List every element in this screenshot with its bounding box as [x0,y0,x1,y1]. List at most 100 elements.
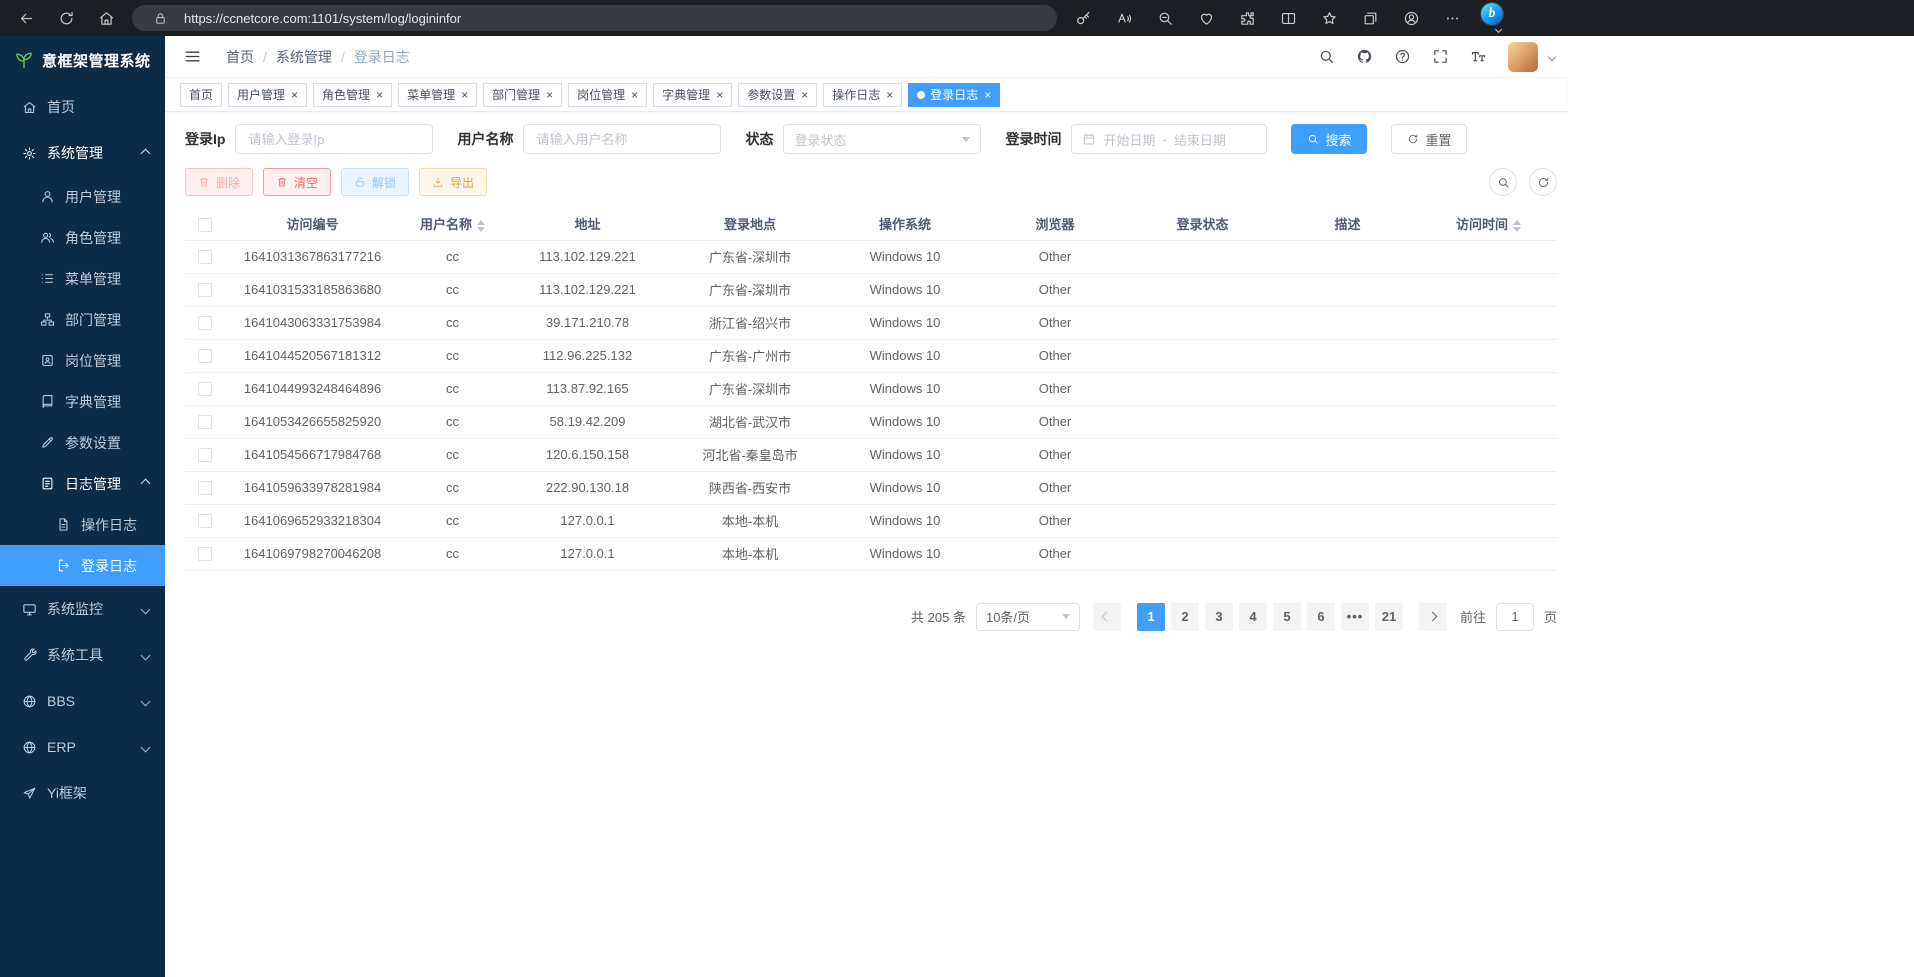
page-button-more[interactable]: ••• [1341,603,1369,631]
tab-close-icon[interactable]: × [801,89,808,101]
sort-icon[interactable] [1513,220,1521,232]
login-ip-input[interactable] [235,124,433,154]
sidebar-item-system-tools[interactable]: 系统工具 [0,632,165,678]
tab-post-mgmt[interactable]: 岗位管理× [568,83,647,107]
chevron-down-icon[interactable] [1548,52,1556,60]
split-screen-icon[interactable] [1272,4,1304,32]
tab-close-icon[interactable]: × [984,89,991,101]
reload-icon[interactable] [50,4,82,32]
status-select[interactable]: 登录状态 [783,124,981,154]
back-icon[interactable] [10,4,42,32]
tab-close-icon[interactable]: × [631,89,638,101]
row-checkbox[interactable] [198,448,212,462]
tab-close-icon[interactable]: × [886,89,893,101]
address-bar[interactable]: https://ccnetcore.com:1101/system/log/lo… [132,5,1057,31]
clear-button[interactable]: 清空 [263,168,331,196]
row-checkbox[interactable] [198,514,212,528]
zoom-out-icon[interactable] [1149,4,1181,32]
breadcrumb-item-2[interactable]: 登录日志 [354,47,410,67]
page-button-4[interactable]: 4 [1239,603,1267,631]
row-checkbox[interactable] [198,316,212,330]
sidebar-item-system-monitor[interactable]: 系统监控 [0,586,165,632]
row-checkbox[interactable] [198,547,212,561]
sidebar-item-yi-framework[interactable]: Yi框架 [0,770,165,816]
more-icon[interactable] [1436,4,1468,32]
row-checkbox[interactable] [198,382,212,396]
tab-close-icon[interactable]: × [291,89,298,101]
profile-icon[interactable] [1395,4,1427,32]
help-icon[interactable] [1394,48,1411,65]
sidebar-item-system-mgmt[interactable]: 系统管理 [0,130,165,176]
sidebar-item-role-mgmt[interactable]: 角色管理 [0,217,165,258]
sidebar-item-param-settings[interactable]: 参数设置 [0,422,165,463]
bing-chat-button[interactable]: b [1477,3,1507,33]
refresh-table-button[interactable] [1529,168,1557,196]
collections-icon[interactable] [1354,4,1386,32]
unlock-button[interactable]: 解锁 [341,168,409,196]
fullscreen-icon[interactable] [1432,48,1449,65]
page-button-2[interactable]: 2 [1171,603,1199,631]
tab-home[interactable]: 首页 [180,83,222,107]
prev-page-button[interactable] [1093,603,1121,631]
export-button[interactable]: 导出 [419,168,487,196]
sort-icon[interactable] [477,220,485,232]
extensions-icon[interactable] [1231,4,1263,32]
tab-close-icon[interactable]: × [376,89,383,101]
tab-user-mgmt[interactable]: 用户管理× [228,83,307,107]
sidebar-item-home[interactable]: 首页 [0,84,165,130]
delete-button[interactable]: 删除 [185,168,253,196]
search-button[interactable]: 搜索 [1291,124,1367,154]
date-range-picker[interactable]: 开始日期 - 结束日期 [1071,124,1267,154]
row-checkbox[interactable] [198,415,212,429]
page-button-6[interactable]: 6 [1307,603,1335,631]
breadcrumb-item-1[interactable]: 系统管理 [276,47,332,67]
sidebar-item-post-mgmt[interactable]: 岗位管理 [0,340,165,381]
next-page-button[interactable] [1419,603,1447,631]
row-checkbox[interactable] [198,283,212,297]
search-icon[interactable] [1318,48,1335,65]
tab-dict-mgmt[interactable]: 字典管理× [653,83,732,107]
page-size-select[interactable]: 10条/页 [976,603,1080,631]
essentials-icon[interactable] [1190,4,1222,32]
page-button-3[interactable]: 3 [1205,603,1233,631]
user-avatar[interactable] [1508,42,1538,72]
tab-operation-log[interactable]: 操作日志× [823,83,902,107]
tab-dept-mgmt[interactable]: 部门管理× [483,83,562,107]
username-input[interactable] [523,124,721,154]
sidebar-item-operation-log[interactable]: 操作日志 [0,504,165,545]
toggle-search-button[interactable] [1489,168,1517,196]
reset-button[interactable]: 重置 [1391,124,1467,154]
tab-close-icon[interactable]: × [461,89,468,101]
sidebar-item-log-mgmt[interactable]: 日志管理 [0,463,165,504]
row-checkbox[interactable] [198,481,212,495]
page-button-5[interactable]: 5 [1273,603,1301,631]
sidebar-item-menu-mgmt[interactable]: 菜单管理 [0,258,165,299]
goto-page-input[interactable] [1496,603,1534,631]
sidebar-item-login-log[interactable]: 登录日志 [0,545,165,586]
key-icon[interactable] [1067,4,1099,32]
sidebar-item-dept-mgmt[interactable]: 部门管理 [0,299,165,340]
tab-param-settings[interactable]: 参数设置× [738,83,817,107]
collapse-sidebar-icon[interactable] [183,47,202,66]
sidebar-item-bbs[interactable]: BBS [0,678,165,724]
select-all-checkbox[interactable] [198,218,212,232]
page-button-1[interactable]: 1 [1137,603,1165,631]
sidebar-item-dict-mgmt[interactable]: 字典管理 [0,381,165,422]
tab-menu-mgmt[interactable]: 菜单管理× [398,83,477,107]
font-size-icon[interactable] [1470,48,1487,65]
site-info-lock-icon[interactable] [144,4,176,32]
row-checkbox[interactable] [198,250,212,264]
tab-role-mgmt[interactable]: 角色管理× [313,83,392,107]
tab-close-icon[interactable]: × [546,89,553,101]
favorites-icon[interactable] [1313,4,1345,32]
tab-close-icon[interactable]: × [716,89,723,101]
sidebar-item-user-mgmt[interactable]: 用户管理 [0,176,165,217]
sidebar-item-erp[interactable]: ERP [0,724,165,770]
github-icon[interactable] [1356,48,1373,65]
breadcrumb-item-0[interactable]: 首页 [226,47,254,67]
page-button-21[interactable]: 21 [1375,603,1403,631]
tab-login-log[interactable]: 登录日志× [908,83,1000,107]
read-aloud-icon[interactable] [1108,4,1140,32]
row-checkbox[interactable] [198,349,212,363]
browser-home-icon[interactable] [90,4,122,32]
